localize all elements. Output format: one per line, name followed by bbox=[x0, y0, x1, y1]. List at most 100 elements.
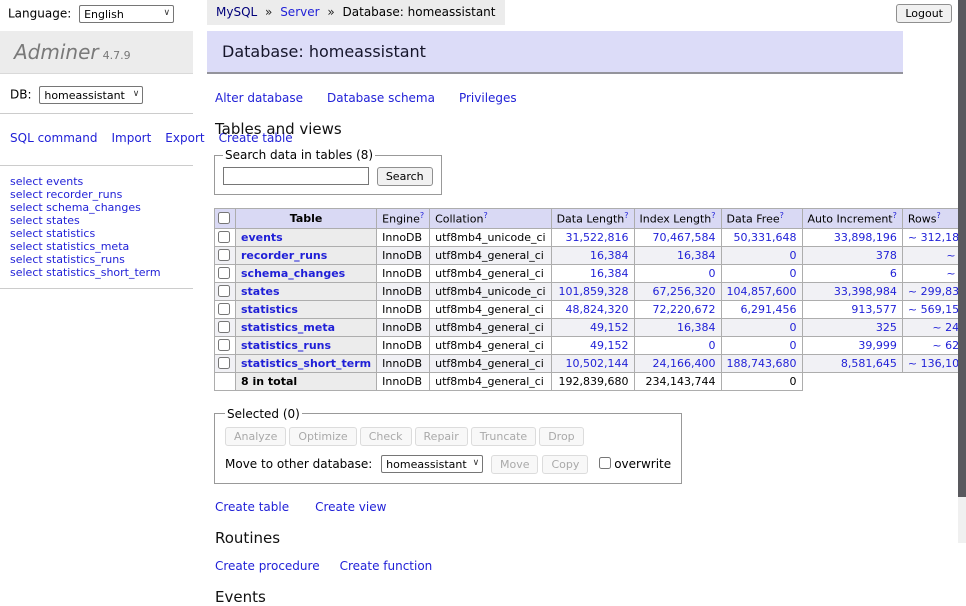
help-link[interactable]: ? bbox=[420, 211, 424, 220]
repair-button[interactable]: Repair bbox=[415, 427, 468, 446]
auto-increment-link[interactable]: 6 bbox=[890, 267, 897, 280]
index-length-link[interactable]: 24,166,400 bbox=[653, 357, 716, 370]
help-link[interactable]: ? bbox=[711, 211, 715, 220]
auto-increment-link[interactable]: 33,398,984 bbox=[834, 285, 897, 298]
index-length-link[interactable]: 16,384 bbox=[677, 321, 716, 334]
search-input[interactable] bbox=[223, 167, 369, 185]
table-link[interactable]: statistics bbox=[241, 303, 298, 316]
optimize-button[interactable]: Optimize bbox=[289, 427, 356, 446]
help-link[interactable]: ? bbox=[780, 211, 784, 220]
index-length-link[interactable]: 0 bbox=[709, 339, 716, 352]
index-length-link[interactable]: 70,467,584 bbox=[653, 231, 716, 244]
scrollbar-thumb[interactable] bbox=[958, 0, 966, 497]
table-link[interactable]: recorder_runs bbox=[241, 249, 327, 262]
sidebar-action-sql-command[interactable]: SQL command bbox=[10, 131, 97, 145]
breadcrumb-item[interactable]: MySQL bbox=[216, 5, 257, 19]
row-checkbox[interactable] bbox=[218, 231, 230, 243]
language-select[interactable]: English∨ bbox=[79, 5, 174, 23]
selected-legend: Selected (0) bbox=[225, 407, 302, 421]
row-checkbox[interactable] bbox=[218, 321, 230, 333]
check-button[interactable]: Check bbox=[360, 427, 412, 446]
db-select[interactable]: homeassistant∨ bbox=[39, 86, 143, 104]
table-link[interactable]: states bbox=[241, 285, 280, 298]
data-free-link[interactable]: 188,743,680 bbox=[727, 357, 797, 370]
footer-link-create-view[interactable]: Create view bbox=[315, 500, 386, 514]
select-all-checkbox[interactable] bbox=[218, 212, 230, 224]
drop-button[interactable]: Drop bbox=[539, 427, 583, 446]
data-free-link[interactable]: 0 bbox=[790, 339, 797, 352]
footer-link-create-table[interactable]: Create table bbox=[215, 500, 289, 514]
sidebar-item-states[interactable]: select states bbox=[10, 214, 193, 227]
data-length-link[interactable]: 49,152 bbox=[590, 339, 629, 352]
auto-increment-link[interactable]: 8,581,645 bbox=[841, 357, 897, 370]
data-length-link[interactable]: 101,859,328 bbox=[559, 285, 629, 298]
table-link[interactable]: events bbox=[241, 231, 283, 244]
auto-increment-link[interactable]: 913,577 bbox=[851, 303, 897, 316]
data-free-link[interactable]: 0 bbox=[790, 267, 797, 280]
data-free-link[interactable]: 0 bbox=[790, 249, 797, 262]
data-free-link[interactable]: 104,857,600 bbox=[727, 285, 797, 298]
table-link[interactable]: statistics_runs bbox=[241, 339, 331, 352]
data-length-link[interactable]: 16,384 bbox=[590, 249, 629, 262]
auto-increment-link[interactable]: 325 bbox=[876, 321, 897, 334]
data-length-link[interactable]: 16,384 bbox=[590, 267, 629, 280]
search-button[interactable]: Search bbox=[377, 167, 433, 186]
sidebar-item-statistics_short_term[interactable]: select statistics_short_term bbox=[10, 266, 193, 279]
row-checkbox[interactable] bbox=[218, 303, 230, 315]
data-free-link[interactable]: 6,291,456 bbox=[741, 303, 797, 316]
copy-button[interactable]: Copy bbox=[542, 455, 588, 474]
index-length-link[interactable]: 0 bbox=[709, 267, 716, 280]
help-link[interactable]: ? bbox=[624, 211, 628, 220]
sidebar-item-statistics_meta[interactable]: select statistics_meta bbox=[10, 240, 193, 253]
breadcrumb-item[interactable]: Server bbox=[280, 5, 319, 19]
table-link[interactable]: schema_changes bbox=[241, 267, 345, 280]
row-checkbox[interactable] bbox=[218, 267, 230, 279]
index-length-link[interactable]: 67,256,320 bbox=[653, 285, 716, 298]
index-length-link[interactable]: 72,220,672 bbox=[653, 303, 716, 316]
analyze-button[interactable]: Analyze bbox=[225, 427, 286, 446]
sidebar-item-statistics_runs[interactable]: select statistics_runs bbox=[10, 253, 193, 266]
data-length-link[interactable]: 31,522,816 bbox=[566, 231, 629, 244]
sidebar-item-events[interactable]: select events bbox=[10, 175, 193, 188]
data-free-link[interactable]: 0 bbox=[790, 321, 797, 334]
data-length-link[interactable]: 10,502,144 bbox=[566, 357, 629, 370]
help-link[interactable]: ? bbox=[893, 211, 897, 220]
overwrite-checkbox[interactable] bbox=[599, 457, 611, 469]
sidebar-action-import[interactable]: Import bbox=[111, 131, 151, 145]
nav-link-privileges[interactable]: Privileges bbox=[459, 91, 517, 105]
index-length-cell: 16,384 bbox=[634, 246, 721, 264]
auto-increment-link[interactable]: 39,999 bbox=[858, 339, 897, 352]
logout-button[interactable]: Logout bbox=[896, 4, 952, 23]
truncate-button[interactable]: Truncate bbox=[471, 427, 536, 446]
sidebar-item-statistics[interactable]: select statistics bbox=[10, 227, 193, 240]
data-free-cell: 0 bbox=[721, 264, 802, 282]
row-checkbox[interactable] bbox=[218, 339, 230, 351]
row-checkbox[interactable] bbox=[218, 249, 230, 261]
row-checkbox[interactable] bbox=[218, 285, 230, 297]
data-length-link[interactable]: 48,824,320 bbox=[566, 303, 629, 316]
index-length-link[interactable]: 16,384 bbox=[677, 249, 716, 262]
auto-increment-link[interactable]: 378 bbox=[876, 249, 897, 262]
routines-link-create-function[interactable]: Create function bbox=[340, 559, 433, 573]
move-button[interactable]: Move bbox=[491, 455, 539, 474]
table-link[interactable]: statistics_meta bbox=[241, 321, 335, 334]
sidebar-item-recorder_runs[interactable]: select recorder_runs bbox=[10, 188, 193, 201]
nav-link-alter-database[interactable]: Alter database bbox=[215, 91, 303, 105]
help-link[interactable]: ? bbox=[483, 211, 487, 220]
overwrite-option[interactable]: overwrite bbox=[598, 457, 671, 471]
table-link[interactable]: statistics_short_term bbox=[241, 357, 371, 370]
auto-increment-link[interactable]: 33,898,196 bbox=[834, 231, 897, 244]
routines-link-create-procedure[interactable]: Create procedure bbox=[215, 559, 320, 573]
table-name-cell: events bbox=[236, 228, 377, 246]
nav-link-database-schema[interactable]: Database schema bbox=[327, 91, 435, 105]
sidebar-item-schema_changes[interactable]: select schema_changes bbox=[10, 201, 193, 214]
data-length-link[interactable]: 49,152 bbox=[590, 321, 629, 334]
move-database-select[interactable]: homeassistant∨ bbox=[381, 455, 483, 473]
help-link[interactable]: ? bbox=[936, 211, 940, 220]
row-check-cell bbox=[215, 300, 236, 318]
row-checkbox[interactable] bbox=[218, 357, 230, 369]
sidebar-action-export[interactable]: Export bbox=[165, 131, 204, 145]
data-free-link[interactable]: 50,331,648 bbox=[734, 231, 797, 244]
adminer-logo-text[interactable]: Adminer bbox=[14, 40, 99, 64]
vertical-scrollbar[interactable] bbox=[958, 0, 966, 543]
